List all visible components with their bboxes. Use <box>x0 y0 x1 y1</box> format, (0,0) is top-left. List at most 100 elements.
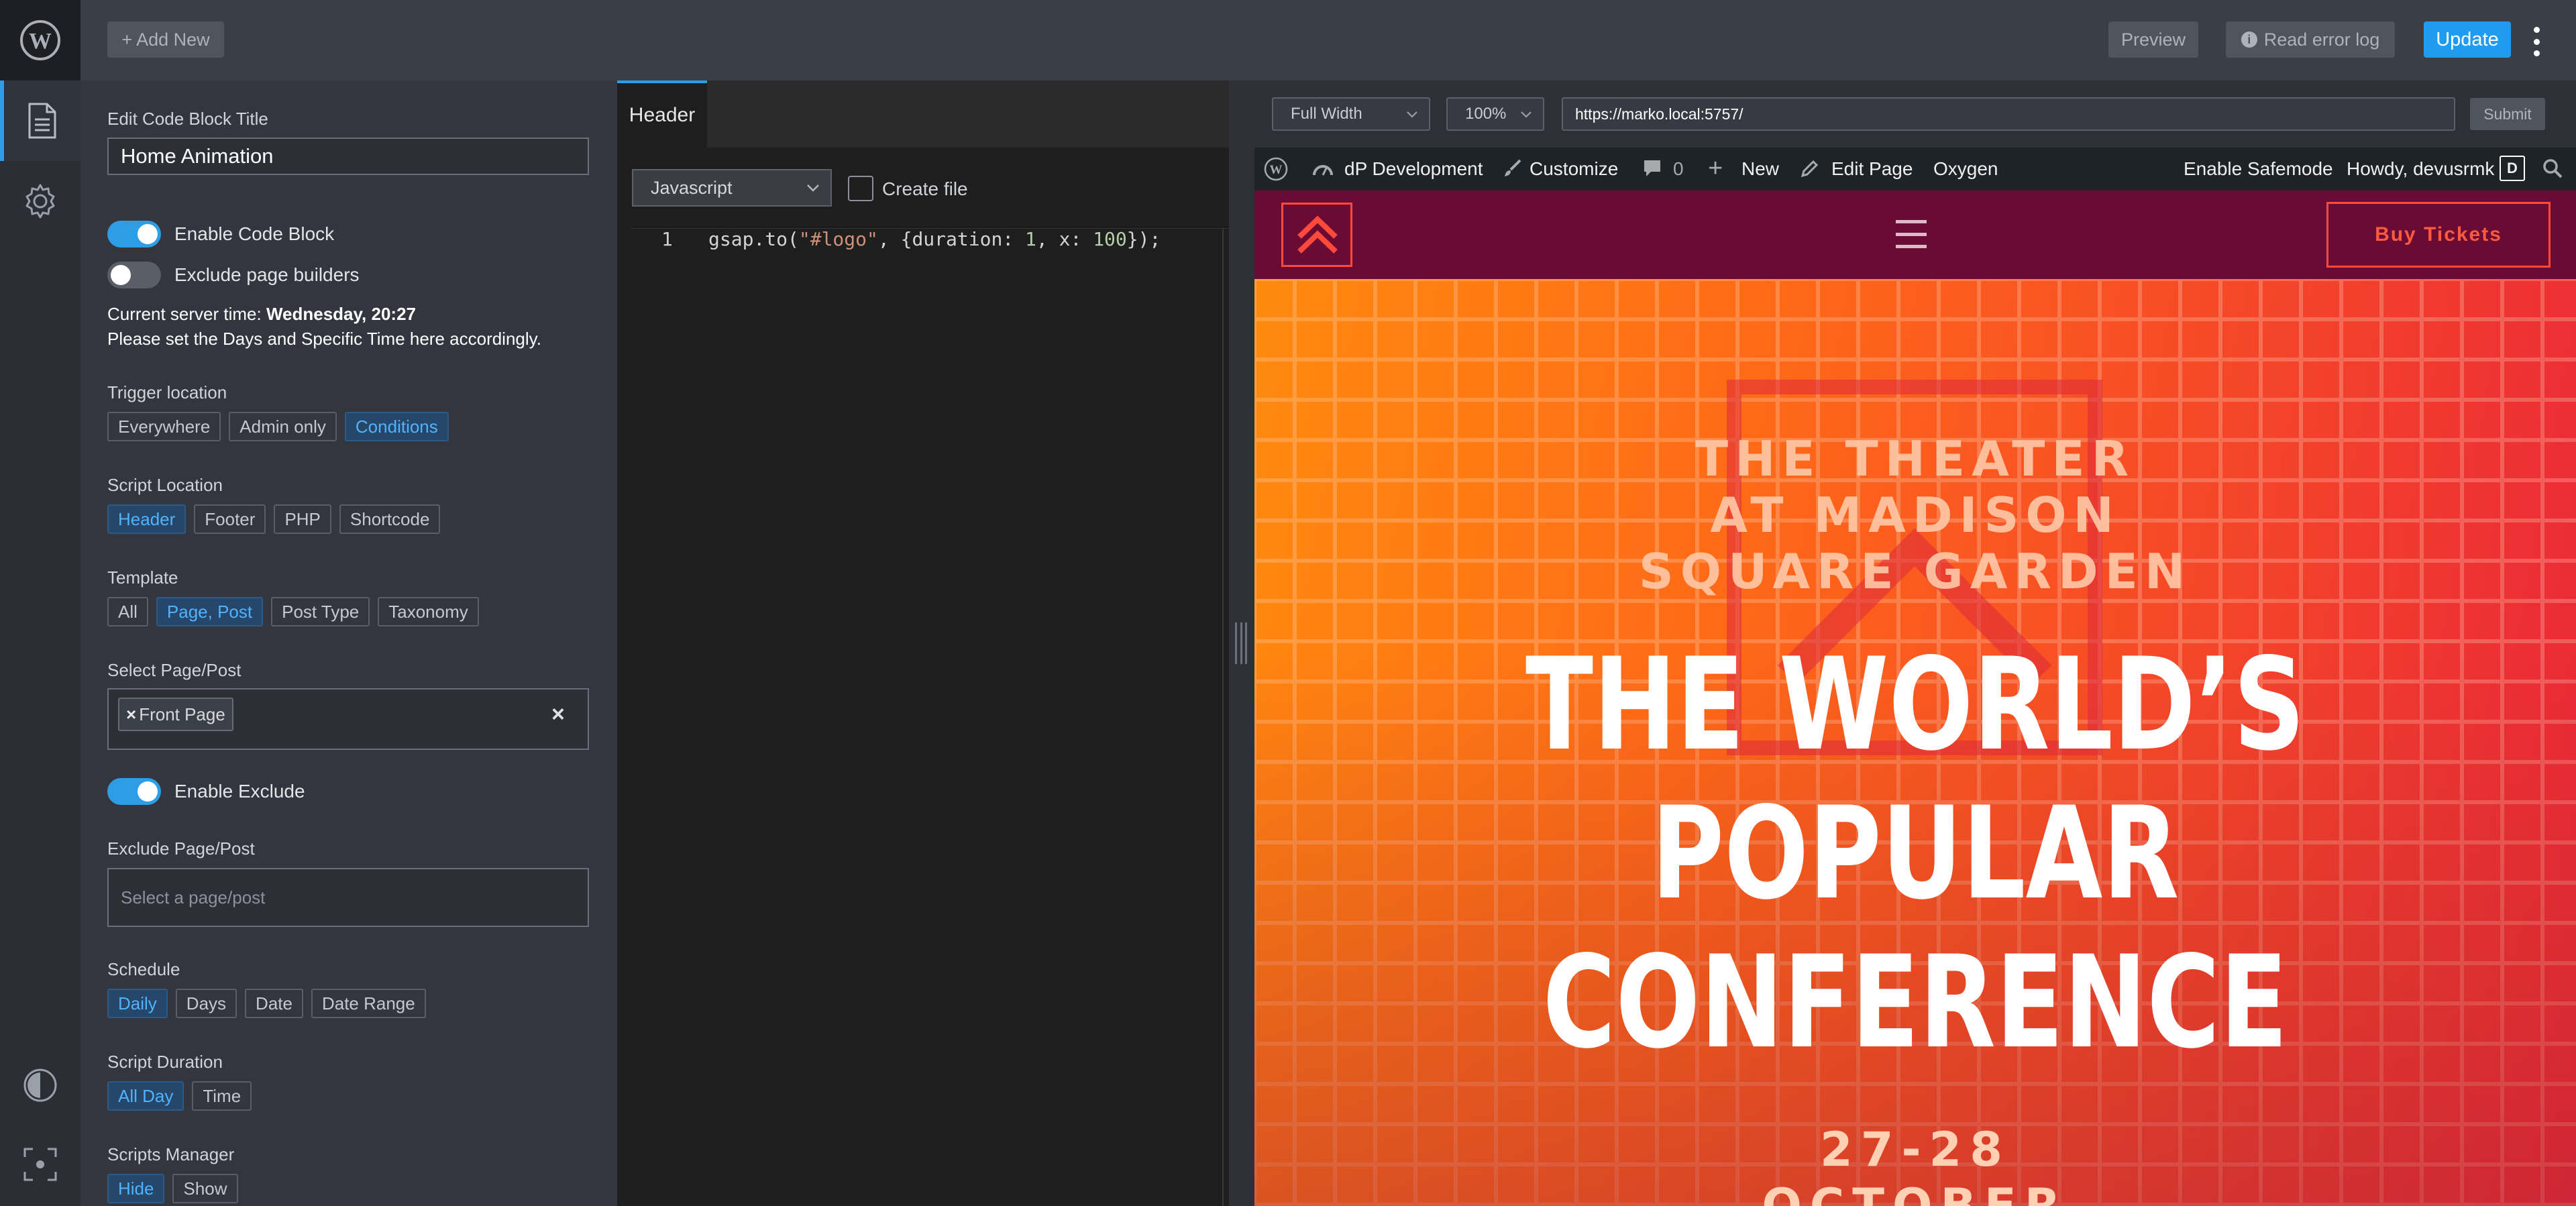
trigger-location-label: Trigger location <box>107 382 227 402</box>
option-hide[interactable]: Hide <box>107 1174 165 1203</box>
code-function: gsap.to( <box>708 228 799 250</box>
enable-exclude-toggle[interactable] <box>107 778 161 805</box>
preview-button[interactable]: Preview <box>2108 21 2198 58</box>
enable-code-block-toggle[interactable] <box>107 221 161 248</box>
code-line[interactable]: gsap.to("#logo", {duration: 1, x: 100}); <box>708 228 1161 250</box>
option-page-post[interactable]: Page, Post <box>156 597 264 626</box>
edit-page-link[interactable]: Edit Page <box>1831 158 1913 180</box>
howdy-user-link[interactable]: Howdy, devusrmk <box>2347 158 2494 180</box>
title-input[interactable]: Home Animation <box>107 138 589 175</box>
width-mode-select[interactable]: Full Width <box>1272 97 1430 131</box>
option-days[interactable]: Days <box>175 989 237 1018</box>
customize-link[interactable]: Customize <box>1529 158 1618 180</box>
exclude-page-input[interactable]: Select a page/post <box>107 868 589 927</box>
more-options-icon[interactable] <box>2530 27 2543 56</box>
option-post-type[interactable]: Post Type <box>271 597 370 626</box>
option-all[interactable]: All <box>107 597 148 626</box>
option-show[interactable]: Show <box>172 1174 238 1203</box>
option-time[interactable]: Time <box>192 1081 252 1111</box>
submit-button[interactable]: Submit <box>2470 98 2545 130</box>
venue-line: THE THEATER <box>1695 431 2136 487</box>
title-label: Edit Code Block Title <box>107 109 268 129</box>
hamburger-menu-icon[interactable] <box>1896 220 1927 248</box>
preview-toolbar: Full Width 100% https://marko.local:5757… <box>1254 80 2576 148</box>
editor-tabs <box>617 80 1229 148</box>
site-logo-icon[interactable] <box>1281 203 1352 267</box>
hero-headline: THE WORLD’S POPULAR CONFERENCE <box>1400 631 2431 1077</box>
enable-exclude-label: Enable Exclude <box>174 781 305 802</box>
wordpress-logo-icon[interactable]: W <box>1264 157 1288 186</box>
server-time: Current server time: Wednesday, 20:27 <box>107 304 416 324</box>
clear-selection-icon[interactable]: × <box>551 702 565 728</box>
selected-page-tag: × Front Page <box>118 698 233 731</box>
select-page-field[interactable]: × Front Page × <box>107 688 589 750</box>
focus-frame-icon[interactable] <box>0 1124 80 1205</box>
exclude-page-builders-toggle[interactable] <box>107 262 161 288</box>
venue-text: THE THEATER AT MADISON SQUARE GARDEN <box>1254 431 2576 600</box>
headline-line: CONFERENCE <box>1542 928 2288 1077</box>
option-shortcode[interactable]: Shortcode <box>339 504 441 534</box>
script-duration-options: All Day Time <box>107 1081 252 1111</box>
option-everywhere[interactable]: Everywhere <box>107 412 221 441</box>
buy-tickets-button[interactable]: Buy Tickets <box>2326 202 2551 268</box>
template-label: Template <box>107 567 178 588</box>
read-error-log-button[interactable]: i Read error log <box>2226 21 2395 58</box>
comments-count[interactable]: 0 <box>1673 158 1684 180</box>
width-mode-value: Full Width <box>1291 105 1362 123</box>
option-php[interactable]: PHP <box>274 504 331 534</box>
create-file-checkbox[interactable] <box>848 176 873 201</box>
drag-grip-icon <box>1235 622 1247 664</box>
option-daily[interactable]: Daily <box>107 989 168 1018</box>
code-text: , x: <box>1036 228 1093 250</box>
search-icon[interactable] <box>2542 158 2563 183</box>
dates-line: 27-28 <box>1820 1122 2010 1177</box>
zoom-value: 100% <box>1465 105 1507 123</box>
scripts-manager-label: Scripts Manager <box>107 1144 235 1164</box>
language-select[interactable]: Javascript <box>632 169 832 207</box>
oxygen-link[interactable]: Oxygen <box>1933 158 1998 180</box>
code-string: "#logo" <box>798 228 878 250</box>
option-date[interactable]: Date <box>245 989 303 1018</box>
editor-scrollbar[interactable] <box>1222 228 1224 1206</box>
event-dates: 27-28 OCTOBER <box>1254 1121 2576 1206</box>
headline-line: THE WORLD’S <box>1525 631 2306 779</box>
tab-header[interactable]: Header <box>617 80 707 148</box>
app-window: W + Add New Preview i Read error log Upd… <box>0 0 2576 1206</box>
option-date-range[interactable]: Date Range <box>311 989 426 1018</box>
site-header: Buy Tickets <box>1254 190 2576 279</box>
url-input[interactable]: https://marko.local:5757/ <box>1562 97 2455 131</box>
enable-safemode-link[interactable]: Enable Safemode <box>2184 158 2333 180</box>
site-name-link[interactable]: dP Development <box>1344 158 1483 180</box>
option-conditions[interactable]: Conditions <box>344 412 449 441</box>
avatar[interactable]: D <box>2500 156 2525 181</box>
option-admin-only[interactable]: Admin only <box>229 412 337 441</box>
new-link[interactable]: New <box>1741 158 1779 180</box>
tag-remove-icon[interactable]: × <box>126 704 136 725</box>
option-footer[interactable]: Footer <box>194 504 266 534</box>
venue-line: SQUARE GARDEN <box>1638 543 2192 600</box>
script-location-label: Script Location <box>107 475 223 495</box>
server-time-note: Please set the Days and Specific Time he… <box>107 329 541 349</box>
code-text: , {duration: <box>877 228 1026 250</box>
svg-text:W: W <box>1270 163 1283 177</box>
contrast-icon[interactable] <box>0 1045 80 1126</box>
dates-line: OCTOBER <box>1762 1178 2069 1206</box>
enable-code-block-label: Enable Code Block <box>174 223 335 244</box>
chevron-down-icon <box>1521 111 1532 118</box>
top-toolbar: + Add New Preview i Read error log Updat… <box>80 0 2576 80</box>
update-button[interactable]: Update <box>2424 21 2511 58</box>
add-new-button[interactable]: + Add New <box>107 21 224 58</box>
wp-admin-bar: W dP Development Customize 0 + New Edit … <box>1254 148 2576 190</box>
option-taxonomy[interactable]: Taxonomy <box>378 597 479 626</box>
option-header[interactable]: Header <box>107 504 186 534</box>
document-icon[interactable] <box>0 80 80 161</box>
option-all-day[interactable]: All Day <box>107 1081 184 1111</box>
chevron-down-icon <box>1407 111 1417 118</box>
gear-icon[interactable] <box>0 161 80 241</box>
svg-text:W: W <box>29 29 52 54</box>
panel-resize-handle[interactable] <box>1229 80 1254 1206</box>
wordpress-logo-icon[interactable]: W <box>0 0 80 80</box>
zoom-select[interactable]: 100% <box>1446 97 1544 131</box>
exclude-page-builders-label: Exclude page builders <box>174 264 360 285</box>
code-block-settings-panel <box>80 80 617 1206</box>
